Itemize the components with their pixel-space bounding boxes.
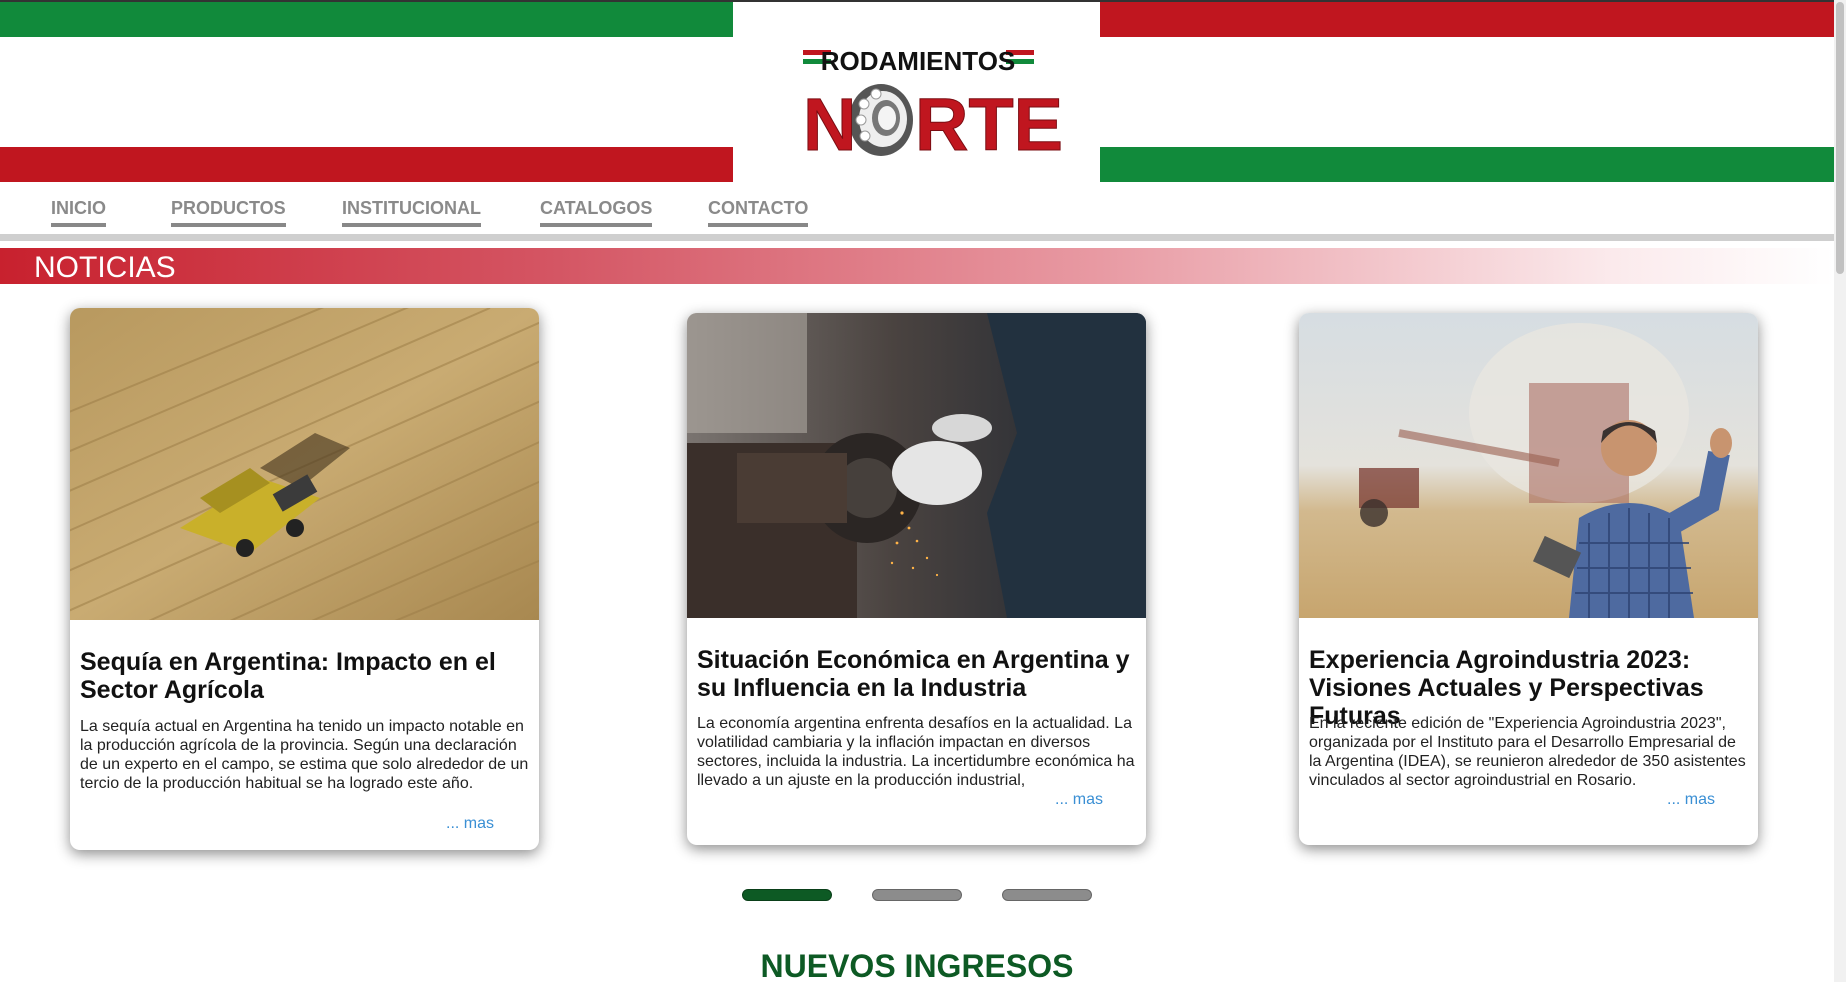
bearing-icon	[849, 84, 913, 156]
svg-text:RTE: RTE	[915, 83, 1063, 166]
site-logo[interactable]: RODAMIENTOS N RTE	[733, 2, 1100, 182]
news-image-harvester	[70, 308, 539, 620]
nav-productos[interactable]: PRODUCTOS	[171, 198, 286, 227]
nav-institucional[interactable]: INSTITUCIONAL	[342, 198, 481, 227]
news-card-title[interactable]: Sequía en Argentina: Impacto en el Secto…	[80, 648, 535, 704]
nav-catalogos[interactable]: CATALOGOS	[540, 198, 653, 227]
nav-inicio[interactable]: INICIO	[51, 198, 107, 227]
new-arrivals-title: NUEVOS INGRESOS	[760, 948, 1074, 984]
news-card-text: La economía argentina enfrenta desafíos …	[697, 715, 1135, 789]
carousel-indicator-2[interactable]	[872, 889, 962, 901]
scrollbar[interactable]	[1834, 0, 1846, 982]
read-more-link[interactable]: ... mas	[446, 815, 494, 833]
scrollbar-thumb[interactable]	[1836, 2, 1844, 274]
news-card[interactable]: Situación Económica en Argentina y su In…	[687, 313, 1146, 845]
header-band-green-right	[1100, 147, 1834, 182]
header-band-red-right	[1100, 2, 1834, 37]
news-image-grinder	[687, 313, 1146, 618]
news-card[interactable]: Experiencia Agroindustria 2023: Visiones…	[1299, 313, 1758, 845]
main-nav: INICIO PRODUCTOS INSTITUCIONAL CATALOGOS…	[0, 188, 1834, 241]
carousel-indicator-3[interactable]	[1002, 889, 1092, 901]
carousel-indicator-1[interactable]	[742, 889, 832, 901]
svg-text:N: N	[803, 83, 856, 166]
news-card-title[interactable]: Situación Económica en Argentina y su In…	[697, 646, 1142, 702]
news-card-text: En la reciente edición de "Experiencia A…	[1309, 715, 1746, 789]
news-card-text: La sequía actual en Argentina ha tenido …	[80, 718, 529, 792]
news-section-header: NOTICIAS	[0, 248, 1834, 284]
news-image-farmer	[1299, 313, 1758, 618]
nav-contacto[interactable]: CONTACTO	[708, 198, 809, 227]
logo-top-text: RODAMIENTOS	[821, 46, 1016, 76]
header-band-red-left	[0, 147, 733, 182]
header-band-green-left	[0, 2, 733, 37]
news-card[interactable]: Sequía en Argentina: Impacto en el Secto…	[70, 308, 539, 850]
news-section-title: NOTICIAS	[34, 251, 176, 284]
read-more-link[interactable]: ... mas	[1055, 791, 1103, 809]
read-more-link[interactable]: ... mas	[1667, 791, 1715, 809]
